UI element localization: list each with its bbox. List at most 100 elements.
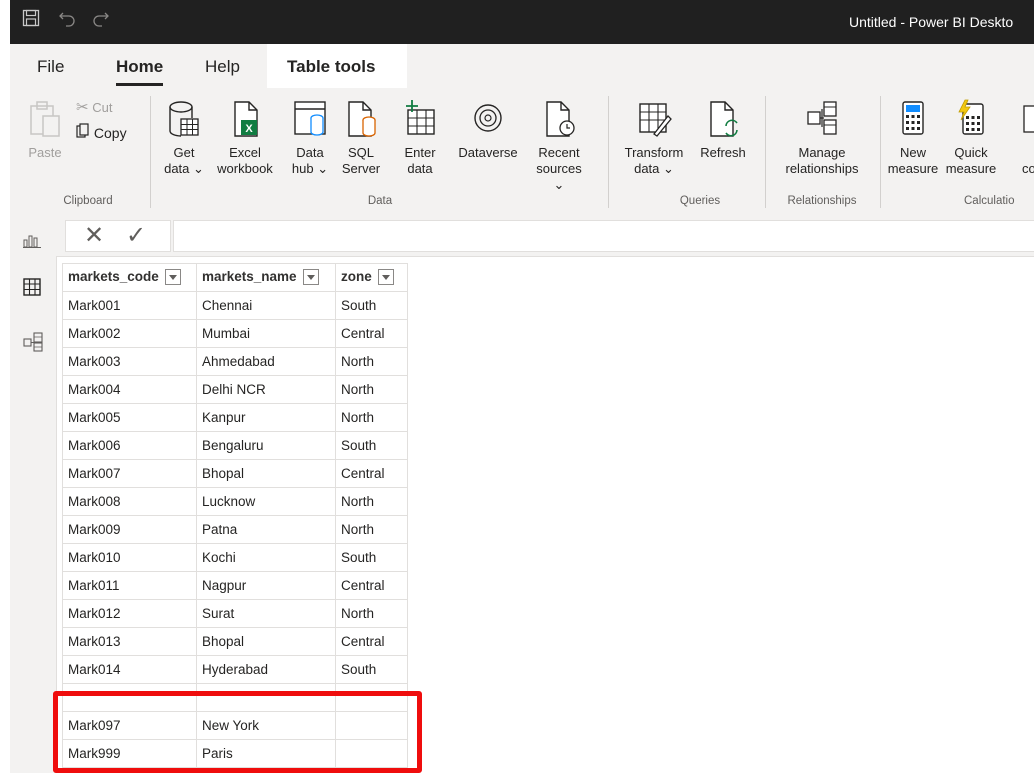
cell-markets-code[interactable]: Mark001 [62, 291, 197, 320]
cell-markets-name[interactable]: Bhopal [196, 459, 336, 488]
cell-markets-name[interactable]: Nagpur [196, 571, 336, 600]
cell-zone[interactable]: South [335, 431, 408, 460]
table-row[interactable]: Mark014 Hyderabad South [62, 655, 408, 684]
cell-markets-code[interactable]: Mark003 [62, 347, 197, 376]
cell-markets-name[interactable]: Kanpur [196, 403, 336, 432]
data-hub-button[interactable]: Data hub ⌄ [286, 98, 334, 177]
menu-table-tools[interactable]: Table tools [267, 44, 407, 88]
table-row[interactable]: Mark003 Ahmedabad North [62, 347, 408, 376]
table-row[interactable]: Mark007 Bhopal Central [62, 459, 408, 488]
table-row[interactable]: Mark010 Kochi South [62, 543, 408, 572]
filter-dropdown-icon[interactable] [302, 268, 319, 285]
cell-zone[interactable]: Central [335, 319, 408, 348]
cell-markets-name[interactable]: Delhi NCR [196, 375, 336, 404]
cell-markets-name[interactable]: Surat [196, 599, 336, 628]
cell-zone[interactable]: Central [335, 627, 408, 656]
cell-zone[interactable]: Central [335, 459, 408, 488]
cell-markets-name[interactable]: Bhopal [196, 627, 336, 656]
save-icon[interactable] [22, 9, 40, 33]
redo-icon[interactable] [92, 9, 110, 33]
filter-dropdown-icon[interactable] [377, 268, 394, 285]
transform-data-button[interactable]: Transform data ⌄ [622, 98, 686, 177]
cell-markets-name[interactable]: Kochi [196, 543, 336, 572]
cell-markets-name[interactable]: Bengaluru [196, 431, 336, 460]
data-view-icon[interactable] [23, 278, 41, 299]
quick-measure-button[interactable]: Quick measure [942, 98, 1000, 177]
table-row[interactable]: Mark006 Bengaluru South [62, 431, 408, 460]
table-row[interactable]: Mark013 Bhopal Central [62, 627, 408, 656]
cell-markets-name[interactable]: Chennai [196, 291, 336, 320]
manage-relationships-button[interactable]: Manage relationships [772, 98, 872, 177]
model-view-icon[interactable] [23, 332, 43, 355]
filter-dropdown-icon[interactable] [164, 268, 181, 285]
table-row[interactable]: Mark001 Chennai South [62, 291, 408, 320]
table-row[interactable]: Mark002 Mumbai Central [62, 319, 408, 348]
enter-data-button[interactable]: Enter data [400, 98, 440, 177]
paste-button[interactable]: Paste [22, 98, 68, 161]
cell-markets-code[interactable]: Mark014 [62, 655, 197, 684]
data-hub-label-2: hub ⌄ [291, 161, 329, 176]
dataverse-button[interactable]: Dataverse [452, 98, 524, 161]
table-row[interactable]: Mark008 Lucknow North [62, 487, 408, 516]
formula-input[interactable] [173, 220, 1034, 252]
cell-markets-code[interactable]: Mark004 [62, 375, 197, 404]
table-row[interactable]: Mark004 Delhi NCR North [62, 375, 408, 404]
commit-icon[interactable]: ✓ [126, 221, 146, 250]
cell-zone[interactable]: North [335, 515, 408, 544]
cell-zone[interactable]: North [335, 347, 408, 376]
excel-label-1: Excel [229, 145, 261, 160]
cell-markets-name[interactable]: Ahmedabad [196, 347, 336, 376]
cell-zone[interactable]: North [335, 375, 408, 404]
refresh-label: Refresh [700, 145, 746, 160]
cell-markets-code[interactable]: Mark013 [62, 627, 197, 656]
table-header-row: markets_code markets_name zone [62, 263, 408, 292]
table-row[interactable]: Mark005 Kanpur North [62, 403, 408, 432]
cell-zone[interactable]: North [335, 403, 408, 432]
column-header-markets-name[interactable]: markets_name [196, 263, 336, 292]
menu-home[interactable]: Home [116, 57, 164, 86]
table-row[interactable]: Mark011 Nagpur Central [62, 571, 408, 600]
menu-help[interactable]: Help [205, 57, 240, 77]
cancel-icon[interactable]: ✕ [84, 221, 104, 250]
recent-sources-icon [546, 101, 575, 137]
new-column-button-partial[interactable]: co [1022, 98, 1034, 177]
cell-zone[interactable]: South [335, 655, 408, 684]
cell-zone[interactable]: South [335, 291, 408, 320]
get-data-button[interactable]: Get data ⌄ [162, 98, 206, 177]
column-header-markets-code[interactable]: markets_code [62, 263, 197, 292]
cell-zone[interactable]: North [335, 599, 408, 628]
cell-markets-code[interactable]: Mark002 [62, 319, 197, 348]
cell-markets-code[interactable]: Mark005 [62, 403, 197, 432]
cell-zone[interactable]: Central [335, 571, 408, 600]
cell-markets-code[interactable]: Mark006 [62, 431, 197, 460]
sql-server-button[interactable]: SQL Server [338, 98, 384, 177]
cell-markets-name[interactable]: Mumbai [196, 319, 336, 348]
cell-markets-code[interactable]: Mark009 [62, 515, 197, 544]
cell-markets-name[interactable]: Patna [196, 515, 336, 544]
table-row[interactable]: Mark012 Surat North [62, 599, 408, 628]
cell-zone[interactable]: South [335, 543, 408, 572]
cut-button[interactable]: ✂ Cut [76, 100, 112, 116]
cell-markets-code[interactable]: Mark008 [62, 487, 197, 516]
ribbon-separator [765, 96, 766, 208]
cell-markets-code[interactable]: Mark012 [62, 599, 197, 628]
quick-measure-label-2: measure [945, 161, 997, 176]
cell-markets-name[interactable]: Hyderabad [196, 655, 336, 684]
cell-markets-code[interactable]: Mark010 [62, 543, 197, 572]
refresh-button[interactable]: Refresh [694, 98, 752, 161]
cell-zone[interactable]: North [335, 487, 408, 516]
cell-markets-code[interactable]: Mark007 [62, 459, 197, 488]
menu-file[interactable]: File [37, 57, 64, 77]
undo-icon[interactable] [58, 9, 76, 33]
copy-button[interactable]: Copy [76, 123, 127, 141]
new-measure-button[interactable]: New measure [886, 98, 940, 177]
report-view-icon[interactable] [23, 232, 41, 251]
group-label-relationships: Relationships [787, 195, 857, 207]
excel-workbook-button[interactable]: X Excel workbook [212, 98, 278, 177]
column-header-zone[interactable]: zone [335, 263, 408, 292]
table-row[interactable]: Mark009 Patna North [62, 515, 408, 544]
get-data-label-1: Get [173, 145, 195, 160]
cell-markets-name[interactable]: Lucknow [196, 487, 336, 516]
cell-markets-code[interactable]: Mark011 [62, 571, 197, 600]
recent-sources-button[interactable]: Recent sources ⌄ [530, 98, 588, 193]
